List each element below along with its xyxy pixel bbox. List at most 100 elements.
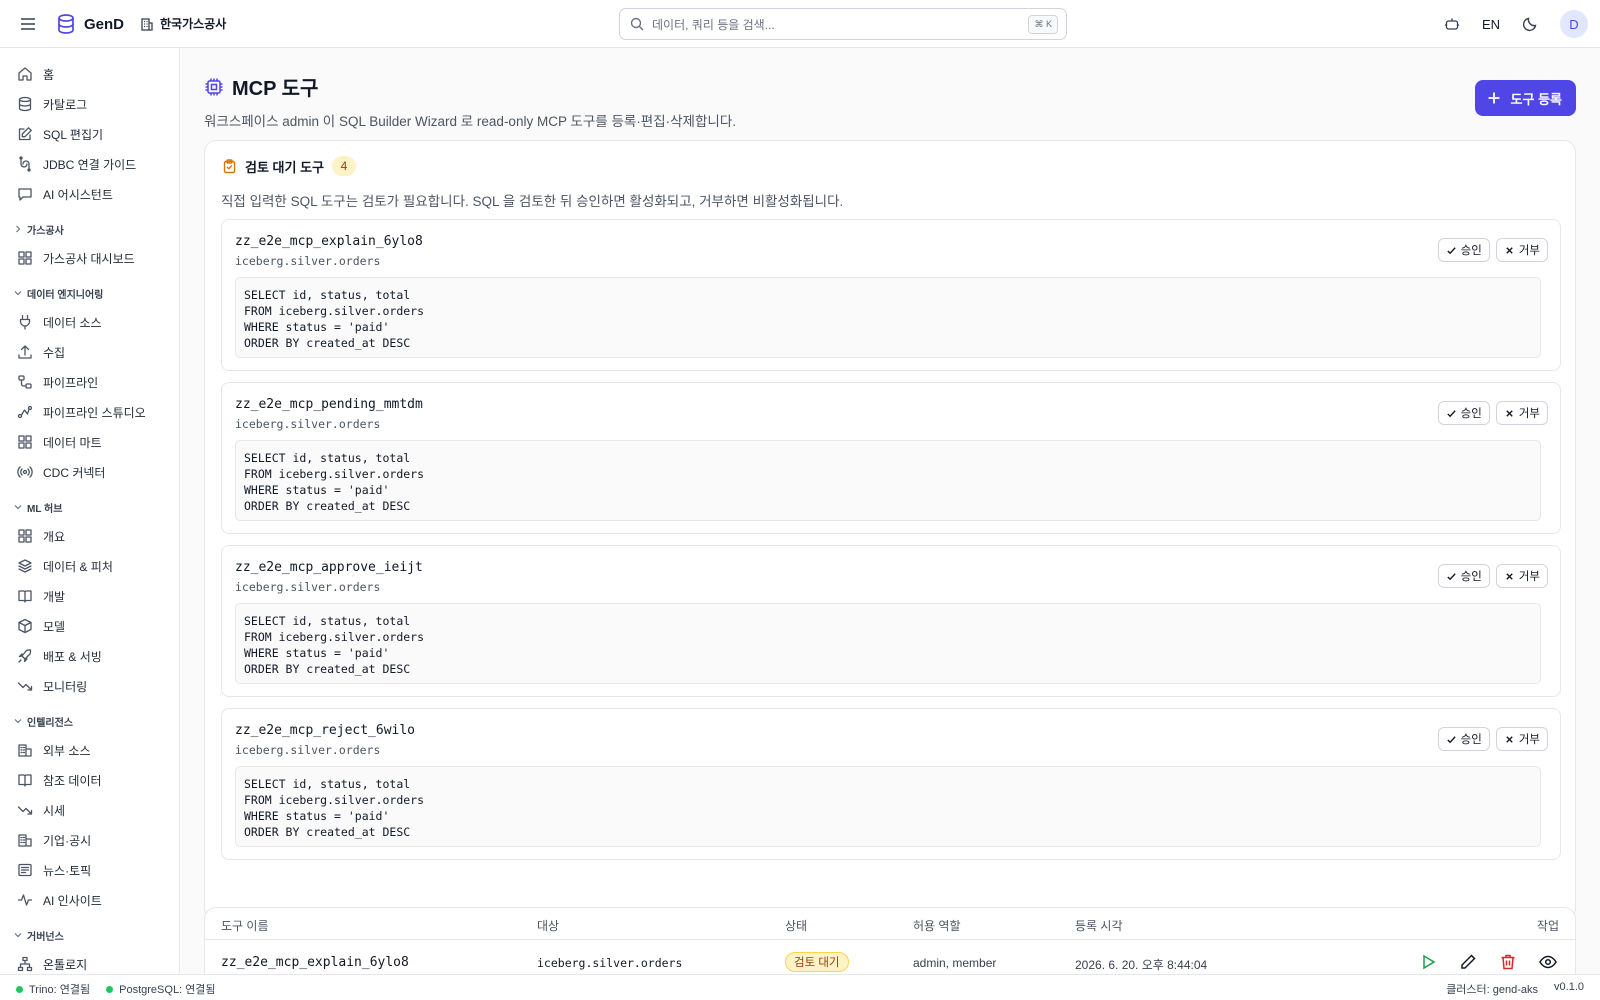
- pending-tool-card: zz_e2e_mcp_pending_mmtdm iceberg.silver.o…: [221, 382, 1561, 534]
- approve-label: 승인: [1460, 571, 1482, 583]
- search-icon: [630, 17, 644, 31]
- building-icon: [17, 832, 33, 848]
- trash-icon[interactable]: [1499, 953, 1517, 971]
- sidebar-item[interactable]: 모델: [0, 611, 179, 641]
- check-icon: [1446, 245, 1457, 256]
- sidebar-item[interactable]: 외부 소스: [0, 735, 179, 765]
- pending-tool-card: zz_e2e_mcp_explain_6ylo8 iceberg.silver.o…: [221, 219, 1561, 371]
- sql-preview: SELECT id, status, total FROM iceberg.si…: [235, 277, 1541, 358]
- sidebar-item[interactable]: 개요: [0, 521, 179, 551]
- moon-icon[interactable]: [1516, 10, 1544, 38]
- reject-button[interactable]: 거부: [1495, 727, 1548, 751]
- building-icon: [17, 742, 33, 758]
- close-icon: [1504, 734, 1515, 745]
- link-icon: [17, 156, 33, 172]
- status-dot-icon: [106, 985, 114, 993]
- approve-button[interactable]: 승인: [1437, 564, 1490, 588]
- sidebar-section-title: 가스공사: [27, 225, 64, 237]
- database-logo-icon: [56, 13, 76, 35]
- eye-icon[interactable]: [1539, 953, 1557, 971]
- sidebar-item[interactable]: 데이터 소스: [0, 307, 179, 337]
- sidebar-item[interactable]: 참조 데이터: [0, 765, 179, 795]
- sidebar-item[interactable]: 개발: [0, 581, 179, 611]
- sidebar-item-label: JDBC 연결 가이드: [43, 157, 137, 172]
- trino-status-label: Trino: 연결됨: [29, 984, 91, 996]
- rocket-icon: [17, 648, 33, 664]
- sidebar-item-label: 파이프라인: [43, 375, 99, 390]
- reject-label: 거부: [1518, 408, 1540, 420]
- play-icon[interactable]: [1419, 953, 1437, 971]
- tool-name: zz_e2e_mcp_reject_6wilo: [235, 723, 416, 738]
- org-switcher[interactable]: 한국가스공사: [140, 15, 226, 32]
- page-title: MCP 도구: [232, 78, 319, 100]
- chevron-down-icon: [13, 930, 23, 940]
- pulse-icon: [17, 892, 33, 908]
- reject-button[interactable]: 거부: [1495, 238, 1548, 262]
- brand[interactable]: GenD: [56, 13, 124, 35]
- chevron-right-icon: [13, 224, 23, 234]
- sidebar-item[interactable]: SQL 편집기: [0, 119, 179, 149]
- sidebar-item[interactable]: 뉴스·토픽: [0, 855, 179, 885]
- sidebar-item-label: 외부 소스: [43, 743, 91, 758]
- grid-icon: [17, 434, 33, 450]
- tool-target: iceberg.silver.orders: [235, 254, 381, 268]
- approve-label: 승인: [1460, 734, 1482, 746]
- sidebar-item[interactable]: AI 어시스턴트: [0, 179, 179, 209]
- avatar[interactable]: D: [1560, 10, 1588, 38]
- sidebar-item-label: SQL 편집기: [43, 127, 104, 142]
- sidebar-item[interactable]: AI 인사이트: [0, 885, 179, 915]
- sidebar-item[interactable]: 데이터 마트: [0, 427, 179, 457]
- sidebar-item[interactable]: 파이프라인 스튜디오: [0, 397, 179, 427]
- sidebar-item[interactable]: 가스공사 대시보드: [0, 243, 179, 273]
- sidebar-section-toggle[interactable]: 데이터 엔지니어링: [0, 283, 179, 303]
- sidebar-section-title: 데이터 엔지니어링: [27, 289, 104, 301]
- book-icon: [17, 772, 33, 788]
- sidebar-item-label: AI 인사이트: [43, 893, 102, 908]
- sidebar-item[interactable]: 시세: [0, 795, 179, 825]
- approve-button[interactable]: 승인: [1437, 401, 1490, 425]
- row-target: iceberg.silver.orders: [537, 956, 683, 970]
- sidebar-item-label: 기업·공시: [43, 833, 92, 848]
- sidebar-item-label: 배포 & 서빙: [43, 649, 102, 664]
- approve-button[interactable]: 승인: [1437, 238, 1490, 262]
- search-input[interactable]: 데이터, 쿼리 등을 검색... ⌘ K: [619, 8, 1067, 40]
- check-icon: [1446, 571, 1457, 582]
- reject-button[interactable]: 거부: [1495, 401, 1548, 425]
- sidebar-section-toggle[interactable]: 인텔리전스: [0, 711, 179, 731]
- sidebar-item[interactable]: CDC 커넥터: [0, 457, 179, 487]
- bot-icon[interactable]: [1438, 10, 1466, 38]
- sidebar-item-label: 뉴스·토픽: [43, 863, 92, 878]
- sql-preview: SELECT id, status, total FROM iceberg.si…: [235, 440, 1541, 521]
- sidebar-item-label: 수집: [43, 345, 66, 360]
- approve-button[interactable]: 승인: [1437, 727, 1490, 751]
- sidebar-item[interactable]: 배포 & 서빙: [0, 641, 179, 671]
- sidebar-item[interactable]: 데이터 & 피처: [0, 551, 179, 581]
- sidebar-item[interactable]: 파이프라인: [0, 367, 179, 397]
- tool-target: iceberg.silver.orders: [235, 417, 381, 431]
- sidebar-item-label: 데이터 소스: [43, 315, 102, 330]
- pending-tool-card: zz_e2e_mcp_approve_ieijt iceberg.silver.o…: [221, 545, 1561, 697]
- sidebar-item[interactable]: 기업·공시: [0, 825, 179, 855]
- register-tool-button[interactable]: 도구 등록: [1474, 80, 1576, 116]
- pencil-icon[interactable]: [1459, 953, 1477, 971]
- sidebar-section-toggle[interactable]: ML 허브: [0, 497, 179, 517]
- sidebar-section-title: ML 허브: [27, 503, 63, 515]
- sidebar-item[interactable]: 카탈로그: [0, 89, 179, 119]
- sql-preview: SELECT id, status, total FROM iceberg.si…: [235, 603, 1541, 684]
- sidebar-item[interactable]: 수집: [0, 337, 179, 367]
- upload-icon: [17, 344, 33, 360]
- sidebar-item[interactable]: 온톨로지: [0, 949, 179, 974]
- radio-icon: [17, 464, 33, 480]
- main-content: MCP 도구 워크스페이스 admin 이 SQL Builder Wizard…: [181, 48, 1600, 974]
- sidebar-item-label: 데이터 마트: [43, 435, 102, 450]
- row-tool-name[interactable]: zz_e2e_mcp_explain_6ylo8: [221, 955, 409, 970]
- sidebar-section-toggle[interactable]: 가스공사: [0, 219, 179, 239]
- sidebar-item[interactable]: 홈: [0, 59, 179, 89]
- sidebar-item[interactable]: 모니터링: [0, 671, 179, 701]
- language-toggle[interactable]: EN: [1482, 17, 1500, 32]
- menu-icon[interactable]: [18, 14, 38, 34]
- search-placeholder: 데이터, 쿼리 등을 검색...: [652, 17, 775, 32]
- sidebar-section-toggle[interactable]: 거버넌스: [0, 925, 179, 945]
- sidebar-item[interactable]: JDBC 연결 가이드: [0, 149, 179, 179]
- reject-button[interactable]: 거부: [1495, 564, 1548, 588]
